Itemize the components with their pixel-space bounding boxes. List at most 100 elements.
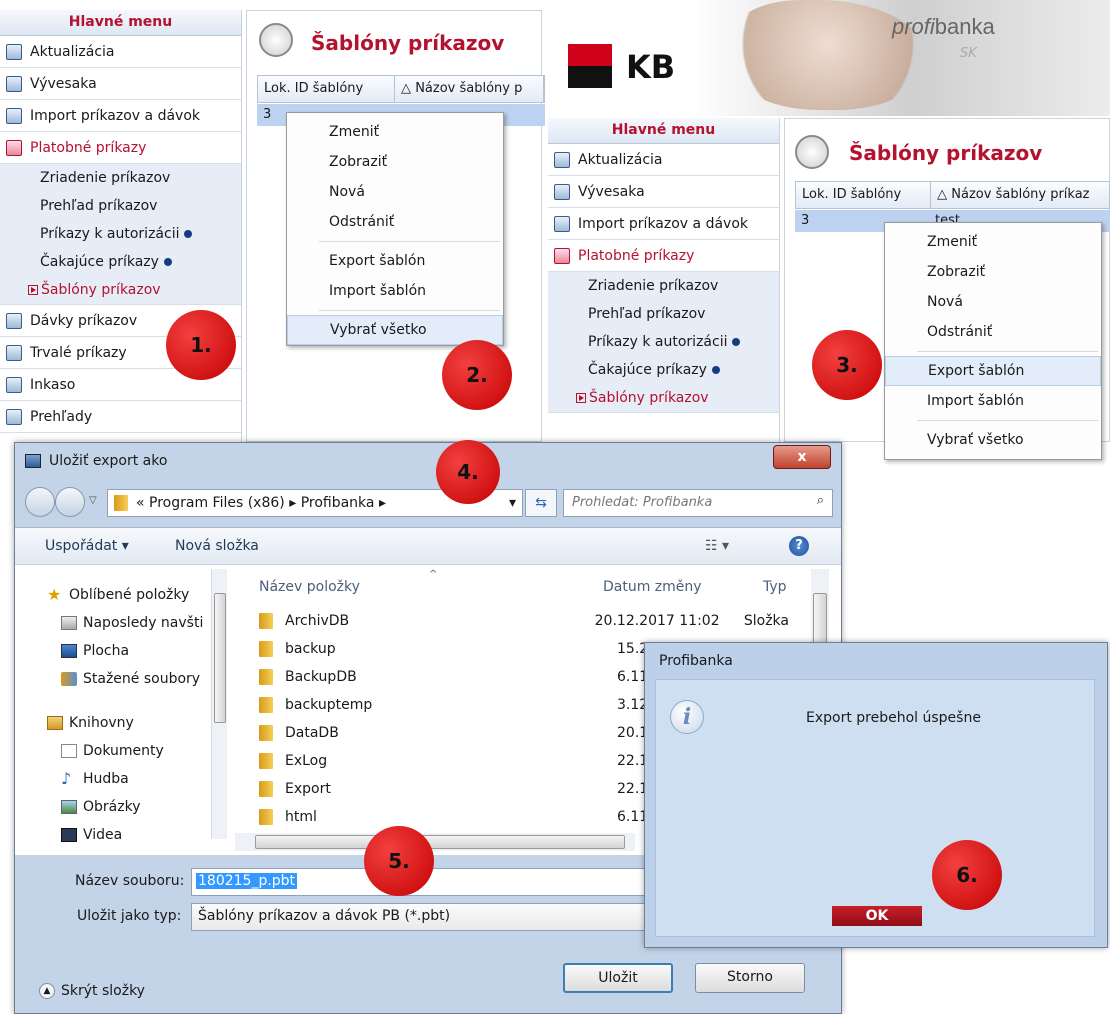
import-icon — [554, 215, 570, 232]
history-dropdown-icon[interactable]: ▽ — [89, 495, 97, 506]
file-name: backuptemp — [285, 697, 373, 713]
forward-icon[interactable] — [55, 487, 85, 517]
search-icon[interactable]: ⌕ — [817, 493, 824, 508]
nav-back-forward[interactable]: ▽ — [25, 487, 101, 517]
menu-item-label: Vývesaka — [30, 75, 97, 92]
help-icon[interactable]: ? — [789, 536, 809, 556]
folder-icon — [259, 669, 273, 685]
list-item[interactable]: ArchivDB 20.12.2017 11:02 Složka — [259, 607, 789, 635]
tree-videos[interactable]: Videa — [47, 821, 219, 849]
chevron-up-icon: ▲ — [39, 983, 55, 999]
organize-button[interactable]: Uspořádat ▾ — [45, 538, 129, 554]
filetype-select[interactable]: Šablóny príkazov a dávok PB (*.pbt) — [191, 903, 661, 931]
hide-folders-toggle[interactable]: ▲ Skrýt složky — [39, 983, 145, 999]
menu-delete[interactable]: Odstrániť — [885, 317, 1101, 347]
tree-libraries[interactable]: Knihovny — [47, 709, 219, 737]
ok-button[interactable]: OK — [832, 906, 922, 926]
tree-documents[interactable]: Dokumenty — [47, 737, 219, 765]
breadcrumb-profibanka[interactable]: Profibanka — [301, 495, 375, 511]
tree-scroll-thumb[interactable] — [214, 593, 226, 723]
menu-item-label: Inkaso — [30, 376, 76, 393]
column-header-id[interactable]: Lok. ID šablóny — [796, 182, 932, 208]
path-overflow[interactable]: « — [136, 495, 145, 511]
column-header-id[interactable]: Lok. ID šablóny — [258, 76, 396, 102]
refresh-button[interactable]: ⇆ — [525, 489, 557, 517]
menu-item-import[interactable]: Import príkazov a dávok — [548, 208, 779, 240]
tree-recent[interactable]: Naposledy navšti — [47, 609, 219, 637]
submenu-item-autorizacia[interactable]: Príkazy k autorizácii — [0, 220, 241, 248]
menu-new[interactable]: Nová — [287, 177, 503, 207]
menu-show[interactable]: Zobraziť — [885, 257, 1101, 287]
menu-item-aktualizacia[interactable]: Aktualizácia — [548, 144, 779, 176]
menu-export[interactable]: Export šablón — [885, 356, 1101, 386]
column-date[interactable]: Datum změny — [603, 579, 702, 595]
menu-delete[interactable]: Odstrániť — [287, 207, 503, 237]
menu-item-platobne[interactable]: Platobné príkazy — [0, 132, 241, 164]
submenu-item-zriadenie[interactable]: Zriadenie príkazov — [0, 164, 241, 192]
menu-item-vyveska[interactable]: Vývesaka — [0, 68, 241, 100]
submenu-item-prehlad[interactable]: Prehľad príkazov — [0, 192, 241, 220]
column-header-label: Názov šablóny p — [415, 81, 523, 96]
menu-separator — [319, 310, 500, 311]
view-options-icon[interactable]: ☷ ▾ — [705, 538, 729, 554]
tree-music[interactable]: ♪ Hudba — [47, 765, 219, 793]
tree-pictures[interactable]: Obrázky — [47, 793, 219, 821]
breadcrumb-program-files[interactable]: Program Files (x86) — [149, 495, 285, 511]
submenu-item-cakajuce[interactable]: Čakajúce príkazy — [0, 248, 241, 276]
menu-new[interactable]: Nová — [885, 287, 1101, 317]
column-name[interactable]: Název položky — [259, 579, 360, 595]
logo-profi: profi — [892, 14, 935, 39]
save-button[interactable]: Uložit — [563, 963, 673, 993]
batch-icon — [6, 312, 22, 329]
column-header-name[interactable]: △ Názov šablóny príkaz — [931, 182, 1110, 208]
submenu-item-zriadenie[interactable]: Zriadenie príkazov — [548, 272, 779, 300]
submenu-item-sablony[interactable]: Šablóny príkazov — [548, 384, 779, 412]
tree-desktop[interactable]: Plocha — [47, 637, 219, 665]
tree-favorites[interactable]: ★ Oblíbené položky — [47, 581, 219, 609]
refresh-icon — [6, 43, 22, 60]
submenu-item-prehlad[interactable]: Prehľad príkazov — [548, 300, 779, 328]
cancel-button[interactable]: Storno — [695, 963, 805, 993]
menu-select-all[interactable]: Vybrať všetko — [885, 425, 1101, 455]
file-name: ExLog — [285, 753, 328, 769]
menu-export[interactable]: Export šablón — [287, 246, 503, 276]
menu-import[interactable]: Import šablón — [287, 276, 503, 306]
menu-item-prehlady[interactable]: Prehľady — [0, 401, 241, 433]
menu-change[interactable]: Zmeniť — [885, 227, 1101, 257]
menu-item-vyveska[interactable]: Vývesaka — [548, 176, 779, 208]
menu-item-platobne[interactable]: Platobné príkazy — [548, 240, 779, 272]
submenu-label: Zriadenie príkazov — [40, 170, 171, 186]
address-dropdown-icon[interactable]: ▾ — [509, 495, 522, 511]
column-type[interactable]: Typ — [763, 579, 787, 595]
info-dialog: Profibanka i Export prebehol úspešne OK — [644, 642, 1108, 948]
collection-icon — [6, 376, 22, 393]
payment-icon — [6, 139, 22, 156]
column-header-name[interactable]: △ Názov šablóny p — [395, 76, 544, 102]
menu-item-aktualizacia[interactable]: Aktualizácia — [0, 36, 241, 68]
h-scroll-thumb[interactable] — [255, 835, 625, 849]
submenu-item-cakajuce[interactable]: Čakajúce príkazy — [548, 356, 779, 384]
menu-item-import[interactable]: Import príkazov a dávok — [0, 100, 241, 132]
profibanka-logo: profibanka — [892, 14, 995, 40]
back-icon[interactable] — [25, 487, 55, 517]
sort-indicator-icon: ^ — [429, 569, 438, 580]
context-menu-2: Zmeniť Zobraziť Nová Odstrániť Export ša… — [884, 222, 1102, 460]
tree-label: Hudba — [83, 771, 129, 787]
filetype-value: Šablóny príkazov a dávok PB (*.pbt) — [198, 908, 451, 924]
filename-value: 180215_p.pbt — [196, 873, 298, 889]
picture-icon — [61, 800, 77, 814]
submenu-item-autorizacia[interactable]: Príkazy k autorizácii — [548, 328, 779, 356]
menu-change[interactable]: Zmeniť — [287, 117, 503, 147]
file-list-hscrollbar[interactable] — [235, 833, 635, 851]
menu-item-label: Aktualizácia — [578, 151, 663, 168]
menu-import[interactable]: Import šablón — [885, 386, 1101, 416]
submenu-item-sablony[interactable]: Šablóny príkazov — [0, 276, 241, 304]
menu-show[interactable]: Zobraziť — [287, 147, 503, 177]
standing-order-icon — [6, 344, 22, 361]
tree-scrollbar[interactable] — [211, 569, 227, 839]
search-input[interactable]: Prohledat: Profibanka ⌕ — [563, 489, 833, 517]
close-button[interactable]: x — [773, 445, 831, 469]
tree-downloads[interactable]: Stažené soubory — [47, 665, 219, 693]
new-folder-button[interactable]: Nová složka — [175, 538, 259, 554]
